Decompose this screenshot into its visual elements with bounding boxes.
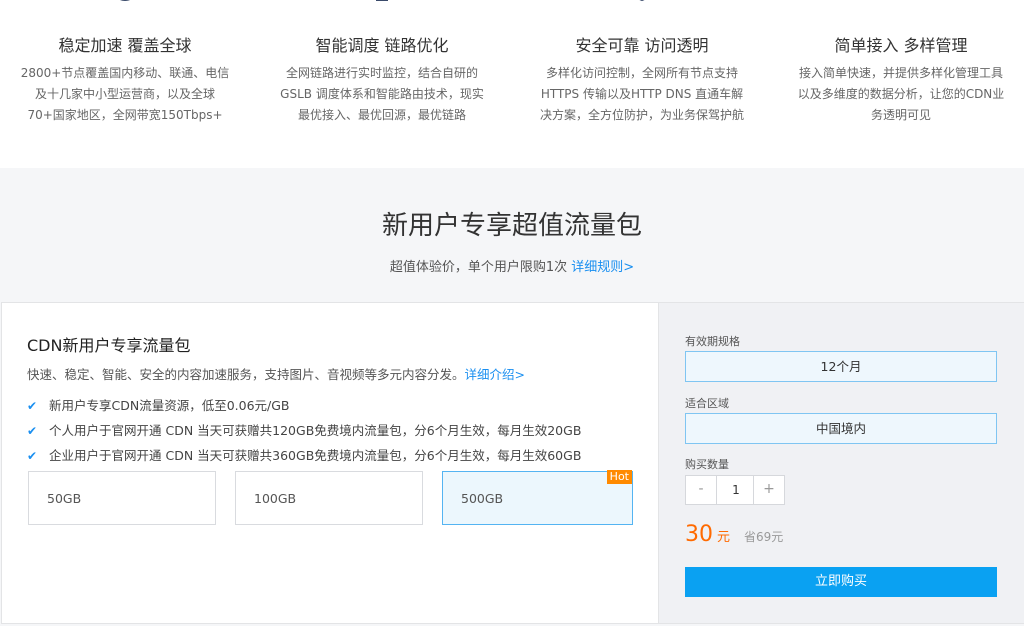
promo-subtitle-text: 超值体验价，单个用户限购1次 (389, 260, 568, 275)
region-select[interactable]: 中国境内 (685, 413, 997, 444)
card-title: CDN新用户专享流量包 (27, 336, 191, 355)
feature-card: 安全可靠 访问透明 多样化访问控制，全网所有节点支持HTTPS 传输以及HTTP… (517, 0, 767, 168)
quantity-label: 购买数量 (685, 458, 729, 471)
period-select[interactable]: 12个月 (685, 351, 997, 382)
order-panel: 有效期规格 12个月 适合区域 中国境内 购买数量 - 1 + 30 元省69元 … (658, 302, 1024, 624)
benefit-item: ✔ 个人用户于官网开通 CDN 当天可获赠共120GB免费境内流量包，分6个月生效… (27, 420, 581, 439)
rules-link[interactable]: 详细规则> (571, 260, 634, 275)
check-icon: ✔ (27, 449, 38, 463)
feature-card: 稳定加速 覆盖全球 2800+节点覆盖国内移动、联通、电信及十几家中小型运营商，… (0, 0, 250, 168)
feature-desc: 2800+节点覆盖国内移动、联通、电信及十几家中小型运营商，以及全球70+国家地… (20, 66, 230, 122)
feature-title: 智能调度 链路优化 (315, 36, 449, 55)
benefit-item: ✔ 企业用户于官网开通 CDN 当天可获赠共360GB免费境内流量包，分6个月生效… (27, 445, 581, 464)
benefit-text: 新用户专享CDN流量资源，低至0.06元/GB (49, 398, 290, 413)
card-desc-text: 快速、稳定、智能、安全的内容加速服务，支持图片、音视频等多元内容分发。 (27, 367, 465, 382)
feature-card: 智能调度 链路优化 全网链路进行实时监控，结合自研的GSLB 调度体系和智能路由… (257, 0, 507, 168)
features-section: 稳定加速 覆盖全球 2800+节点覆盖国内移动、联通、电信及十几家中小型运营商，… (0, 0, 1024, 168)
package-label: 100GB (254, 491, 297, 506)
quantity-input[interactable]: 1 (717, 476, 755, 504)
increment-button[interactable]: + (753, 476, 784, 504)
feature-desc: 多样化访问控制，全网所有节点支持HTTPS 传输以及HTTP DNS 直通车解决… (539, 66, 744, 122)
gear-icon (881, 0, 921, 14)
benefit-text: 企业用户于官网开通 CDN 当天可获赠共360GB免费境内流量包，分6个月生效，… (49, 448, 582, 463)
feature-title: 安全可靠 访问透明 (575, 36, 709, 55)
feature-desc: 接入简单快速，并提供多样化管理工具以及多维度的数据分析，让您的CDN业务透明可见 (797, 66, 1005, 122)
feature-title: 稳定加速 覆盖全球 (58, 36, 192, 55)
buy-now-button[interactable]: 立即购买 (685, 567, 997, 597)
package-option-50gb[interactable]: 50GB (28, 471, 216, 525)
feature-title: 简单接入 多样管理 (834, 36, 968, 55)
region-label: 适合区域 (685, 397, 729, 410)
card-desc: 快速、稳定、智能、安全的内容加速服务，支持图片、音视频等多元内容分发。详细介绍> (27, 364, 525, 383)
feature-card: 简单接入 多样管理 接入简单快速，并提供多样化管理工具以及多维度的数据分析，让您… (776, 0, 1024, 168)
promo-title: 新用户专享超值流量包 (381, 211, 642, 241)
decrement-button[interactable]: - (686, 476, 717, 504)
promo-subtitle: 超值体验价，单个用户限购1次 详细规则> (0, 256, 1024, 275)
benefit-text: 个人用户于官网开通 CDN 当天可获赠共120GB免费境内流量包，分6个月生效，… (49, 423, 582, 438)
check-icon: ✔ (27, 424, 38, 438)
price-value: 30 (685, 522, 713, 547)
price-display: 30 元省69元 (685, 522, 783, 547)
package-option-100gb[interactable]: 100GB (235, 471, 423, 525)
package-card: CDN新用户专享流量包 快速、稳定、智能、安全的内容加速服务，支持图片、音视频等… (1, 302, 659, 624)
hot-badge: Hot (606, 470, 632, 484)
saving-text: 省69元 (744, 530, 784, 544)
globe-icon (105, 0, 145, 14)
shield-icon (622, 0, 662, 14)
benefit-item: ✔ 新用户专享CDN流量资源，低至0.06元/GB (27, 395, 290, 414)
feature-desc: 全网链路进行实时监控，结合自研的GSLB 调度体系和智能路由技术，现实最优接入、… (280, 66, 484, 122)
package-label: 50GB (47, 491, 82, 506)
quantity-stepper: - 1 + (685, 475, 785, 505)
intro-link[interactable]: 详细介绍> (465, 367, 525, 382)
package-label: 500GB (461, 491, 504, 506)
check-icon: ✔ (27, 399, 38, 413)
period-label: 有效期规格 (685, 335, 740, 348)
price-unit: 元 (717, 530, 731, 545)
monitor-icon (362, 0, 402, 14)
package-option-500gb[interactable]: 500GB Hot (442, 470, 633, 525)
